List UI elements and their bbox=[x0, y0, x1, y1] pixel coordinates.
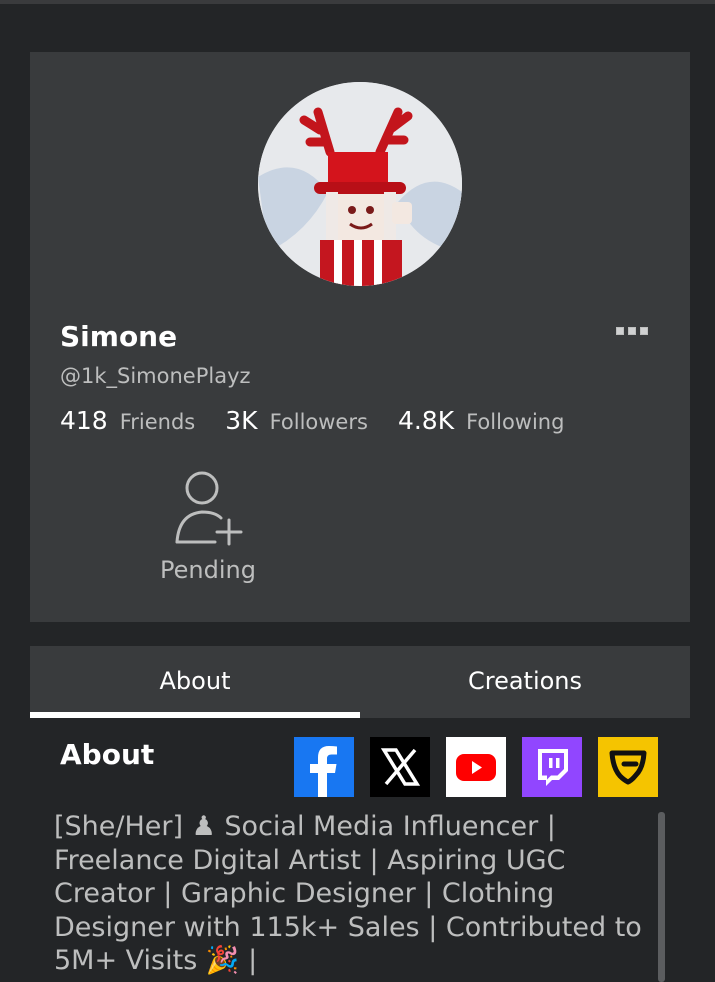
more-dot bbox=[616, 327, 624, 335]
profile-header-card: Simone @1k_SimonePlayz 418 Friends 3K Fo… bbox=[30, 52, 690, 622]
twitch-link[interactable] bbox=[522, 737, 582, 797]
following-label: Following bbox=[466, 410, 565, 434]
pending-friend-button[interactable]: Pending bbox=[148, 470, 268, 590]
tab-about-label: About bbox=[159, 667, 231, 695]
x-link[interactable] bbox=[370, 737, 430, 797]
friends-count: 418 bbox=[60, 406, 108, 435]
guilded-icon bbox=[609, 750, 647, 785]
bio-scrollbar[interactable] bbox=[658, 812, 665, 982]
tab-creations[interactable]: Creations bbox=[360, 646, 690, 718]
more-dot bbox=[628, 327, 636, 335]
tab-about[interactable]: About bbox=[30, 646, 360, 718]
following-count: 4.8K bbox=[397, 406, 455, 435]
avatar[interactable] bbox=[258, 82, 462, 286]
more-options-icon[interactable] bbox=[616, 324, 656, 338]
following-stat[interactable]: 4.8K Following bbox=[398, 406, 565, 435]
more-dot bbox=[640, 327, 648, 335]
facebook-link[interactable] bbox=[294, 737, 354, 797]
twitch-icon bbox=[538, 749, 568, 786]
pending-label: Pending bbox=[160, 556, 256, 584]
display-name: Simone bbox=[60, 320, 178, 353]
followers-stat[interactable]: 3K Followers bbox=[225, 406, 368, 435]
friends-label: Friends bbox=[119, 410, 196, 434]
followers-label: Followers bbox=[269, 410, 368, 434]
tab-creations-label: Creations bbox=[467, 667, 583, 695]
username: @1k_SimonePlayz bbox=[60, 364, 251, 388]
profile-stats: 418 Friends 3K Followers 4.8K Following bbox=[60, 406, 594, 435]
social-links bbox=[294, 737, 658, 797]
friends-stat[interactable]: 418 Friends bbox=[60, 406, 195, 435]
facebook-icon bbox=[310, 746, 337, 797]
add-friend-icon bbox=[175, 471, 243, 546]
followers-count: 3K bbox=[225, 406, 258, 435]
guilded-link[interactable] bbox=[598, 737, 658, 797]
youtube-icon bbox=[456, 754, 496, 781]
youtube-link[interactable] bbox=[446, 737, 506, 797]
roblox-avatar-image bbox=[258, 82, 462, 286]
about-heading: About bbox=[60, 738, 155, 771]
bio-text: [She/Her] ♟ Social Media Influencer | Fr… bbox=[54, 811, 651, 976]
x-icon bbox=[380, 748, 421, 786]
profile-tabs: About Creations bbox=[30, 646, 690, 718]
top-border bbox=[0, 0, 715, 4]
active-tab-indicator bbox=[30, 712, 360, 718]
